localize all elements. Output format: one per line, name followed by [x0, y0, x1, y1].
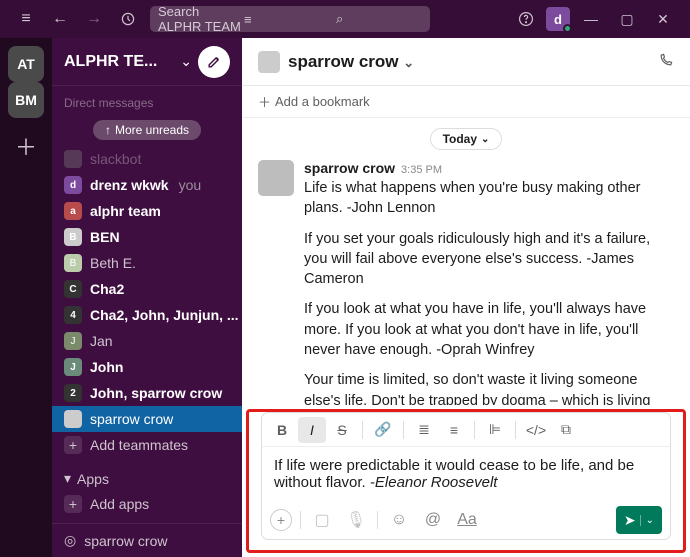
dm-item[interactable]: CCha2: [52, 276, 242, 302]
link-button[interactable]: 🔗: [369, 417, 397, 443]
codeblock-button[interactable]: ⧉: [552, 417, 580, 443]
message-text: Your time is limited, so don't waste it …: [304, 370, 674, 405]
caret-icon: ▾: [64, 470, 71, 487]
sidebar-truncated[interactable]: Direct messages: [52, 90, 242, 116]
ordered-list-button[interactable]: ≣: [410, 417, 438, 443]
code-button[interactable]: </>: [522, 417, 550, 443]
message-time: 3:35 PM: [401, 164, 442, 176]
bullet-list-button[interactable]: ≡: [440, 417, 468, 443]
sidebar: ALPHR TE... ⌄ Direct messages ↑ More unr…: [52, 38, 242, 557]
dm-avatar: C: [64, 280, 82, 298]
dm-avatar: 4: [64, 306, 82, 324]
dm-avatar: a: [64, 202, 82, 220]
italic-button[interactable]: I: [298, 417, 326, 443]
add-bookmark-button[interactable]: ＋ Add a bookmark: [242, 86, 690, 118]
compose-input[interactable]: If life were predictable it would cease …: [262, 447, 670, 501]
dm-avatar: d: [64, 176, 82, 194]
sidebar-truncated[interactable]: slackbot: [52, 146, 242, 172]
chevron-down-icon[interactable]: ⌄: [180, 53, 192, 70]
call-button[interactable]: [658, 52, 674, 71]
dm-item[interactable]: sparrow crow: [52, 406, 242, 432]
bold-button[interactable]: B: [268, 417, 296, 443]
channel-avatar: [258, 51, 280, 73]
channel-name[interactable]: sparrow crow ⌄: [288, 52, 414, 72]
more-unreads-pill[interactable]: ↑ More unreads: [93, 120, 201, 140]
filter-icon[interactable]: ≡: [244, 12, 330, 27]
workspace-name[interactable]: ALPHR TE...: [64, 53, 174, 71]
add-workspace-button[interactable]: ＋: [8, 128, 44, 164]
dm-item[interactable]: 4Cha2, John, Junjun, ...: [52, 302, 242, 328]
blockquote-button[interactable]: ⊫: [481, 417, 509, 443]
dm-avatar: J: [64, 358, 82, 376]
dm-item[interactable]: JJohn: [52, 354, 242, 380]
dm-item[interactable]: aalphr team: [52, 198, 242, 224]
video-button[interactable]: ▢: [309, 507, 335, 533]
search-input[interactable]: Search ALPHR TEAM ≡ ⌕: [150, 6, 430, 32]
message: sparrow crow 3:35 PM Life is what happen…: [258, 156, 674, 405]
dm-avatar: B: [64, 228, 82, 246]
dm-item[interactable]: 2John, sparrow crow: [52, 380, 242, 406]
user-avatar[interactable]: d: [546, 7, 570, 31]
presence-dot: [563, 24, 572, 33]
composer-highlight: B I S 🔗 ≣ ≡ ⊫ </> ⧉ If life were predict…: [246, 409, 686, 553]
back-button[interactable]: ←: [46, 5, 74, 33]
titlebar: ≡ ← → Search ALPHR TEAM ≡ ⌕ d — ▢ ✕: [0, 0, 690, 38]
message-text: If you set your goals ridiculously high …: [304, 229, 674, 290]
headphones-icon: ◎: [64, 532, 76, 549]
dm-item[interactable]: BBEN: [52, 224, 242, 250]
message-author[interactable]: sparrow crow: [304, 160, 395, 176]
message-avatar[interactable]: [258, 160, 294, 196]
strike-button[interactable]: S: [328, 417, 356, 443]
menu-icon[interactable]: ≡: [12, 5, 40, 33]
compose-button[interactable]: [198, 46, 230, 78]
dm-avatar: B: [64, 254, 82, 272]
search-icon[interactable]: ⌕: [336, 11, 422, 27]
dm-item[interactable]: ddrenz wkwkyou: [52, 172, 242, 198]
add-apps-button[interactable]: +Add apps: [52, 491, 242, 517]
message-composer: B I S 🔗 ≣ ≡ ⊫ </> ⧉ If life were predict…: [261, 412, 671, 540]
format-toolbar: B I S 🔗 ≣ ≡ ⊫ </> ⧉: [262, 413, 670, 447]
dm-avatar: J: [64, 332, 82, 350]
help-button[interactable]: [512, 5, 540, 33]
format-toggle[interactable]: Aa: [454, 507, 480, 533]
attach-button[interactable]: +: [270, 509, 292, 531]
mic-button[interactable]: 🎙: [343, 507, 369, 533]
workspace-rail: ATBM ＋: [0, 38, 52, 557]
chevron-down-icon: ⌄: [481, 134, 489, 145]
send-button[interactable]: ➤⌄: [616, 506, 662, 534]
message-text: Life is what happens when you're busy ma…: [304, 178, 674, 219]
close-button[interactable]: ✕: [648, 5, 678, 33]
emoji-button[interactable]: ☺: [386, 507, 412, 533]
dm-item[interactable]: JJan: [52, 328, 242, 354]
message-text: If you look at what you have in life, yo…: [304, 299, 674, 360]
minimize-button[interactable]: —: [576, 5, 606, 33]
chevron-down-icon[interactable]: ⌄: [403, 55, 414, 70]
maximize-button[interactable]: ▢: [612, 5, 642, 33]
dm-avatar: [64, 410, 82, 428]
mention-button[interactable]: @: [420, 507, 446, 533]
forward-button[interactable]: →: [80, 5, 108, 33]
add-teammates-button[interactable]: +Add teammates: [52, 432, 242, 458]
history-button[interactable]: [114, 5, 142, 33]
huddle-footer[interactable]: ◎ sparrow crow: [52, 523, 242, 557]
dm-avatar: 2: [64, 384, 82, 402]
workspace-switch[interactable]: AT: [8, 46, 44, 82]
apps-section[interactable]: ▾Apps: [52, 466, 242, 491]
content-pane: sparrow crow ⌄ ＋ Add a bookmark Today ⌄ …: [242, 38, 690, 557]
dm-item[interactable]: BBeth E.: [52, 250, 242, 276]
workspace-switch[interactable]: BM: [8, 82, 44, 118]
date-divider[interactable]: Today ⌄: [430, 128, 503, 150]
